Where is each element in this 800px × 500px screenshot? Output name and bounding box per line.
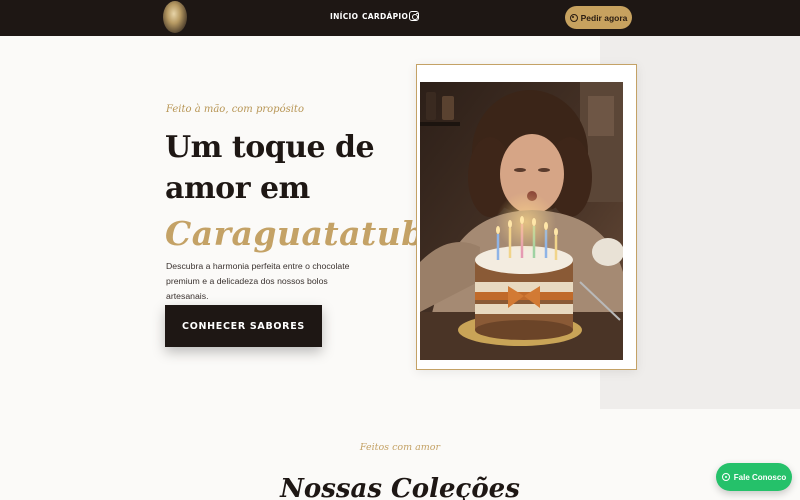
explore-flavors-button[interactable]: CONHECER SABORES xyxy=(165,305,322,347)
hero-title-script: Caraguatatuba. xyxy=(165,214,459,253)
instagram-icon[interactable] xyxy=(409,11,419,21)
order-button-label: Pedir agora xyxy=(580,12,628,23)
hero-description-line1: Descubra a harmonia perfeita entre o cho… xyxy=(166,261,350,271)
whatsapp-icon xyxy=(721,473,730,481)
order-button[interactable]: Pedir agora xyxy=(565,6,632,29)
hero-description: Descubra a harmonia perfeita entre o cho… xyxy=(166,259,366,304)
site-header: INÍCIO CARDÁPIO Pedir agora xyxy=(0,0,800,36)
whatsapp-icon xyxy=(569,13,578,22)
contact-us-label: Fale Conosco xyxy=(733,472,787,482)
contact-us-button[interactable]: Fale Conosco xyxy=(716,463,792,491)
collections-title: Nossas Coleções xyxy=(280,474,520,500)
nav-link-cardapio[interactable]: CARDÁPIO xyxy=(362,12,408,21)
hero-title-line1: Um toque de xyxy=(165,130,375,165)
hero-photo-illustration xyxy=(420,82,623,360)
hero-title: Um toque de amor em Caraguatatuba. xyxy=(165,127,459,254)
collections-kicker: Feitos com amor xyxy=(359,442,441,453)
hero-title-line2: amor em xyxy=(165,171,310,206)
logo[interactable] xyxy=(163,1,187,33)
hero-description-line2: premium e a delicadeza dos nossos bolos … xyxy=(166,276,328,301)
hero-kicker: Feito à mão, com propósito xyxy=(166,104,304,115)
hero-photo xyxy=(420,82,623,360)
nav-link-inicio[interactable]: INÍCIO xyxy=(330,12,358,21)
